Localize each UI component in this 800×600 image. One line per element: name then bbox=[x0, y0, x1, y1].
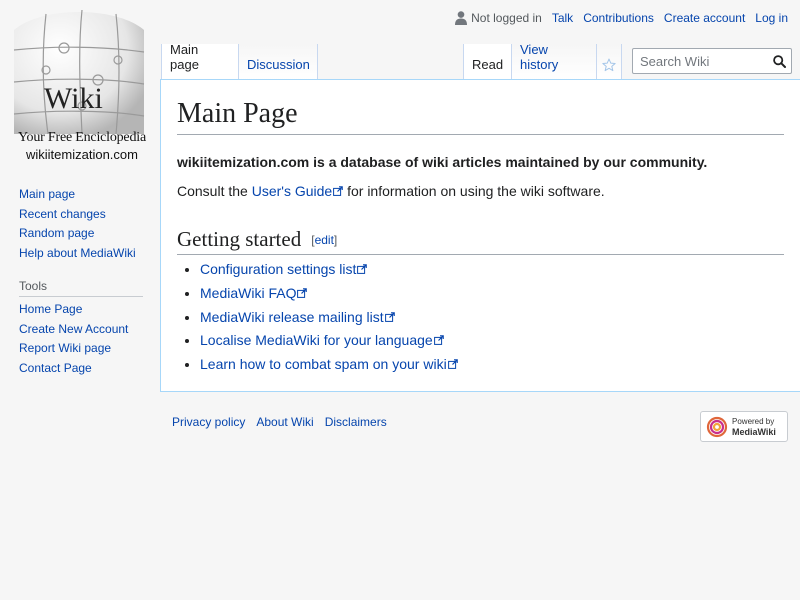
tab-read[interactable]: Read bbox=[463, 44, 511, 80]
not-logged-in-label: Not logged in bbox=[471, 11, 542, 25]
talk-link[interactable]: Talk bbox=[552, 11, 573, 25]
privacy-policy-link[interactable]: Privacy policy bbox=[172, 415, 245, 429]
sidebar-item-report[interactable]: Report Wiki page bbox=[19, 340, 143, 360]
powered-by-text: Powered by MediaWiki bbox=[732, 417, 776, 437]
mediawiki-faq-link[interactable]: MediaWiki FAQ bbox=[200, 284, 308, 301]
create-new-account-link[interactable]: Create New Account bbox=[19, 322, 128, 336]
consult-text-before: Consult the bbox=[177, 183, 252, 199]
tools-heading: Tools bbox=[19, 279, 143, 297]
tab-view-history[interactable]: View history bbox=[511, 42, 596, 80]
personal-tools: Not logged in Talk Contributions Create … bbox=[455, 11, 788, 25]
users-guide-link[interactable]: User's Guide bbox=[251, 183, 344, 199]
tab-discussion[interactable]: Discussion bbox=[238, 44, 318, 80]
logo-tagline: Your Free Enciclopedia bbox=[18, 130, 146, 145]
edit-section-link[interactable]: edit bbox=[315, 233, 334, 247]
sidebar-item-contact[interactable]: Contact Page bbox=[19, 360, 143, 380]
list-item: Localise MediaWiki for your language bbox=[200, 331, 458, 355]
combat-spam-label: Learn how to combat spam on your wiki bbox=[200, 356, 447, 373]
random-page-link[interactable]: Random page bbox=[19, 226, 94, 240]
consult-paragraph: Consult the User's Guide for information… bbox=[177, 183, 605, 199]
sidebar-item-home-page[interactable]: Home Page bbox=[19, 301, 143, 321]
sidebar-item-help[interactable]: Help about MediaWiki bbox=[19, 245, 143, 265]
mediawiki-flower-icon bbox=[706, 416, 728, 437]
search-input[interactable] bbox=[638, 52, 768, 70]
logo-wordmark: Wiki bbox=[44, 82, 103, 115]
config-settings-link[interactable]: Configuration settings list bbox=[200, 261, 368, 277]
recent-changes-link[interactable]: Recent changes bbox=[19, 207, 106, 221]
powered-by-mediawiki-badge[interactable]: Powered by MediaWiki bbox=[700, 411, 788, 442]
user-icon bbox=[455, 11, 468, 25]
tab-read-label: Read bbox=[472, 57, 504, 72]
main-content: Main Page wikiitemization.com is a datab… bbox=[160, 79, 800, 392]
mediawiki-faq-label: MediaWiki FAQ bbox=[200, 284, 297, 301]
contributions-link[interactable]: Contributions bbox=[583, 11, 654, 25]
tools-menu: Home Page Create New Account Report Wiki… bbox=[19, 301, 143, 379]
disclaimers-link[interactable]: Disclaimers bbox=[325, 415, 387, 429]
contact-page-link[interactable]: Contact Page bbox=[19, 361, 92, 375]
external-link-icon bbox=[384, 311, 395, 322]
release-mailing-list-label: MediaWiki release mailing list bbox=[200, 308, 384, 325]
sidebar-item-random-page[interactable]: Random page bbox=[19, 225, 143, 245]
section-heading-label: Getting started bbox=[177, 227, 302, 251]
help-link[interactable]: Help about MediaWiki bbox=[19, 246, 136, 260]
search-icon bbox=[773, 54, 786, 68]
main-page-link[interactable]: Main page bbox=[19, 187, 75, 201]
external-link-icon bbox=[433, 335, 444, 346]
report-wiki-page-link[interactable]: Report Wiki page bbox=[19, 341, 111, 355]
list-item: Learn how to combat spam on your wiki bbox=[200, 355, 458, 379]
sidebar-item-create-account[interactable]: Create New Account bbox=[19, 321, 143, 341]
release-mailing-list-link[interactable]: MediaWiki release mailing list bbox=[200, 309, 395, 325]
navigation-menu: Main page Recent changes Random page Hel… bbox=[19, 186, 143, 264]
page-title: Main Page bbox=[177, 96, 784, 135]
list-item: Configuration settings list bbox=[200, 260, 458, 284]
section-heading: Getting started [edit] bbox=[177, 226, 784, 255]
tab-main-page[interactable]: Main page bbox=[161, 42, 238, 80]
watch-button[interactable] bbox=[596, 44, 622, 80]
footer-links: Privacy policy About Wiki Disclaimers bbox=[172, 415, 387, 429]
consult-text-after: for information on using the wiki softwa… bbox=[343, 183, 605, 199]
logo-sitename: wikiitemization.com bbox=[26, 147, 138, 162]
list-item: MediaWiki release mailing list bbox=[200, 308, 458, 332]
tab-main-page-label: Main page bbox=[170, 42, 199, 72]
user-status: Not logged in bbox=[455, 11, 542, 25]
users-guide-label: User's Guide bbox=[251, 183, 333, 199]
tab-view-history-label: View history bbox=[520, 42, 559, 72]
site-logo[interactable]: Wiki Your Free Enciclopedia wikiitemizat… bbox=[10, 10, 148, 162]
config-settings-label: Configuration settings list bbox=[200, 261, 357, 277]
tab-discussion-label: Discussion bbox=[247, 57, 310, 72]
sidebar-item-recent-changes[interactable]: Recent changes bbox=[19, 206, 143, 226]
edit-section: [edit] bbox=[311, 233, 337, 247]
list-item: MediaWiki FAQ bbox=[200, 284, 458, 308]
sidebar: Main page Recent changes Random page Hel… bbox=[19, 186, 143, 379]
getting-started-list: Configuration settings list MediaWiki FA… bbox=[183, 260, 458, 379]
external-link-icon bbox=[357, 264, 368, 274]
external-link-icon bbox=[297, 287, 308, 298]
powered-by-small: Powered by bbox=[732, 416, 775, 426]
powered-by-big: MediaWiki bbox=[732, 426, 776, 437]
sidebar-item-main-page[interactable]: Main page bbox=[19, 186, 143, 206]
create-account-link[interactable]: Create account bbox=[664, 11, 745, 25]
search-box bbox=[632, 48, 792, 74]
combat-spam-link[interactable]: Learn how to combat spam on your wiki bbox=[200, 356, 458, 372]
localise-label: Localise MediaWiki for your language bbox=[200, 332, 433, 349]
localise-link[interactable]: Localise MediaWiki for your language bbox=[200, 332, 444, 348]
external-link-icon bbox=[333, 186, 344, 196]
log-in-link[interactable]: Log in bbox=[755, 11, 788, 25]
home-page-link[interactable]: Home Page bbox=[19, 302, 82, 316]
star-icon bbox=[602, 58, 616, 72]
search-button[interactable] bbox=[768, 49, 791, 73]
about-wiki-link[interactable]: About Wiki bbox=[256, 415, 313, 429]
edit-bracket-close: ] bbox=[333, 233, 338, 247]
intro-text: wikiitemization.com is a database of wik… bbox=[177, 154, 708, 170]
external-link-icon bbox=[447, 359, 458, 370]
